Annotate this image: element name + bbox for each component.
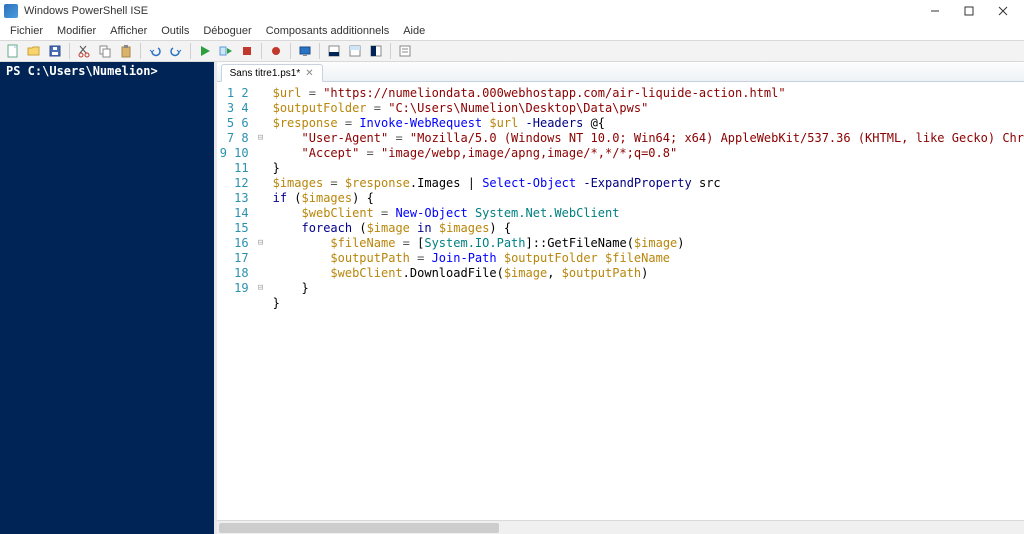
breakpoint-icon[interactable] <box>267 42 285 60</box>
console-prompt: PS C:\Users\Numelion> <box>6 64 158 78</box>
code-editor[interactable]: 1 2 3 4 5 6 7 8 9 10 11 12 13 14 15 16 1… <box>217 82 1024 520</box>
toolbar-separator <box>140 43 141 59</box>
stop-icon[interactable] <box>238 42 256 60</box>
toolbar-separator <box>69 43 70 59</box>
run-icon[interactable] <box>196 42 214 60</box>
new-icon[interactable] <box>4 42 22 60</box>
toolbar-separator <box>319 43 320 59</box>
close-button[interactable] <box>986 1 1020 21</box>
save-icon[interactable] <box>46 42 64 60</box>
undo-icon[interactable] <box>146 42 164 60</box>
editor-pane: Sans titre1.ps1* ✕ 1 2 3 4 5 6 7 8 9 10 … <box>217 62 1024 534</box>
line-gutter: 1 2 3 4 5 6 7 8 9 10 11 12 13 14 15 16 1… <box>217 82 255 520</box>
menu-addons[interactable]: Composants additionnels <box>260 24 396 38</box>
show-script-icon[interactable] <box>346 42 364 60</box>
code-body[interactable]: $url = "https://numeliondata.000webhosta… <box>267 82 1024 520</box>
menubar: Fichier Modifier Afficher Outils Débogue… <box>0 22 1024 40</box>
menu-tools[interactable]: Outils <box>155 24 195 38</box>
show-console-icon[interactable] <box>325 42 343 60</box>
maximize-button[interactable] <box>952 1 986 21</box>
console-pane[interactable]: PS C:\Users\Numelion> <box>0 62 217 534</box>
cut-icon[interactable] <box>75 42 93 60</box>
menu-view[interactable]: Afficher <box>104 24 153 38</box>
toolbar-separator <box>261 43 262 59</box>
tabstrip: Sans titre1.ps1* ✕ <box>217 62 1024 82</box>
toolbar-separator <box>190 43 191 59</box>
menu-help[interactable]: Aide <box>397 24 431 38</box>
show-both-icon[interactable] <box>367 42 385 60</box>
paste-icon[interactable] <box>117 42 135 60</box>
minimize-button[interactable] <box>918 1 952 21</box>
toolbar-separator <box>390 43 391 59</box>
run-selection-icon[interactable] <box>217 42 235 60</box>
redo-icon[interactable] <box>167 42 185 60</box>
remote-icon[interactable] <box>296 42 314 60</box>
tab-close-icon[interactable]: ✕ <box>305 68 313 79</box>
script-tab[interactable]: Sans titre1.ps1* ✕ <box>221 64 323 82</box>
scrollbar-thumb[interactable] <box>219 523 499 533</box>
menu-edit[interactable]: Modifier <box>51 24 102 38</box>
menu-file[interactable]: Fichier <box>4 24 49 38</box>
window-title: Windows PowerShell ISE <box>24 5 918 17</box>
titlebar: Windows PowerShell ISE <box>0 0 1024 22</box>
open-icon[interactable] <box>25 42 43 60</box>
app-icon <box>4 4 18 18</box>
command-addon-icon[interactable] <box>396 42 414 60</box>
horizontal-scrollbar[interactable] <box>217 520 1024 534</box>
toolbar <box>0 40 1024 62</box>
copy-icon[interactable] <box>96 42 114 60</box>
tab-label: Sans titre1.ps1* <box>230 68 301 79</box>
fold-gutter[interactable]: ⊟⊟⊟ <box>255 82 267 520</box>
menu-debug[interactable]: Déboguer <box>197 24 257 38</box>
toolbar-separator <box>290 43 291 59</box>
